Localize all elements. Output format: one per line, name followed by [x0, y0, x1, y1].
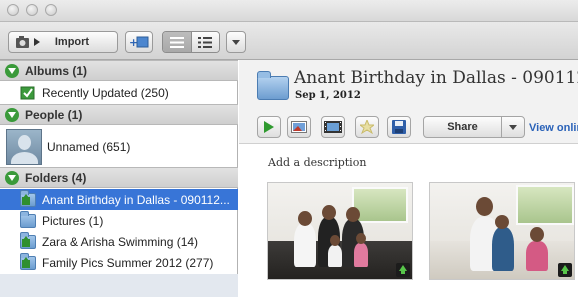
star-icon	[360, 120, 374, 134]
synced-folder-icon	[20, 231, 36, 249]
sidebar-item-pictures[interactable]: Pictures (1)	[0, 210, 238, 231]
detail-view-button[interactable]	[191, 32, 219, 52]
edit-photo-icon	[291, 121, 307, 133]
camera-icon	[16, 36, 29, 48]
disclosure-triangle-icon[interactable]	[5, 63, 19, 78]
view-mode-toggle	[162, 31, 220, 53]
play-arrow-icon	[34, 38, 40, 46]
folder-header: Anant Birthday in Dallas - 090112 Sep 1,…	[239, 60, 578, 112]
edit-photo-button[interactable]	[287, 116, 311, 138]
view-online-link[interactable]: View onlin	[529, 122, 578, 134]
smart-album-icon	[20, 86, 35, 99]
add-photo-icon: +	[129, 36, 149, 49]
main-content: Anant Birthday in Dallas - 090112 Sep 1,…	[239, 60, 578, 297]
sidebar-item-label: Unnamed (651)	[47, 140, 131, 154]
synced-folder-icon	[20, 189, 36, 207]
save-button[interactable]	[387, 116, 411, 138]
add-to-album-button[interactable]: +	[125, 31, 153, 53]
sidebar-footer	[0, 274, 238, 297]
folder-date: Sep 1, 2012	[295, 90, 361, 101]
toolbar: Import +	[0, 22, 578, 60]
import-label: Import	[54, 36, 90, 48]
sidebar-item-label: Family Pics Summer 2012 (277)	[42, 255, 214, 270]
sidebar-item-label: Anant Birthday in Dallas - 090112...	[42, 192, 230, 207]
people-section-header[interactable]: People (1)	[0, 104, 238, 125]
synced-folder-icon	[20, 252, 36, 270]
floppy-disk-icon	[392, 120, 406, 134]
sidebar-item-recently-updated[interactable]: Recently Updated (250)	[0, 82, 238, 103]
slideshow-button[interactable]	[257, 116, 281, 138]
close-window-button[interactable]	[7, 4, 19, 16]
sidebar: Albums (1) Recently Updated (250) People…	[0, 60, 238, 297]
star-button[interactable]	[355, 116, 379, 138]
description-field[interactable]: Add a description	[268, 156, 366, 169]
sidebar-item-label: Recently Updated (250)	[42, 85, 169, 100]
photo-thumbnail[interactable]	[267, 182, 413, 280]
page-title[interactable]: Anant Birthday in Dallas - 090112	[294, 68, 578, 88]
chevron-down-icon	[232, 39, 240, 45]
sidebar-item-label: Pictures (1)	[42, 213, 104, 228]
disclosure-triangle-icon[interactable]	[5, 170, 19, 185]
folders-section-header[interactable]: Folders (4)	[0, 167, 238, 188]
options-dropdown-button[interactable]	[226, 31, 246, 53]
sidebar-item-anant-birthday[interactable]: Anant Birthday in Dallas - 090112...	[0, 189, 238, 210]
upload-arrow-icon	[396, 263, 410, 277]
albums-section-header[interactable]: Albums (1)	[0, 60, 238, 81]
action-toolbar: Share View onlin	[239, 112, 578, 144]
share-label: Share	[424, 117, 502, 137]
detail-view-icon	[198, 36, 213, 48]
sidebar-item-family-pics-summer[interactable]: Family Pics Summer 2012 (277)	[0, 252, 238, 273]
create-collage-button[interactable]	[321, 116, 345, 138]
avatar	[6, 129, 42, 165]
sidebar-item-unnamed-people[interactable]: Unnamed (651)	[0, 128, 238, 166]
upload-arrow-icon	[558, 263, 572, 277]
play-icon	[264, 121, 274, 133]
list-view-button[interactable]	[163, 32, 192, 52]
zoom-window-button[interactable]	[45, 4, 57, 16]
minimize-window-button[interactable]	[26, 4, 38, 16]
share-button[interactable]: Share	[423, 116, 525, 138]
disclosure-triangle-icon[interactable]	[5, 107, 19, 122]
sidebar-item-label: Zara & Arisha Swimming (14)	[42, 234, 199, 249]
import-button[interactable]: Import	[8, 31, 118, 53]
window-title-bar	[0, 0, 578, 22]
folder-icon	[257, 71, 289, 100]
photo-thumbnail[interactable]	[429, 182, 575, 280]
folder-icon	[20, 210, 36, 228]
list-view-icon	[169, 36, 184, 48]
film-strip-icon	[324, 121, 342, 133]
sidebar-item-zara-arisha-swimming[interactable]: Zara & Arisha Swimming (14)	[0, 231, 238, 252]
share-dropdown-button[interactable]	[502, 117, 524, 137]
albums-header-label: Albums (1)	[25, 63, 88, 78]
chevron-down-icon	[509, 124, 517, 130]
folders-header-label: Folders (4)	[25, 170, 87, 185]
people-header-label: People (1)	[25, 107, 83, 122]
